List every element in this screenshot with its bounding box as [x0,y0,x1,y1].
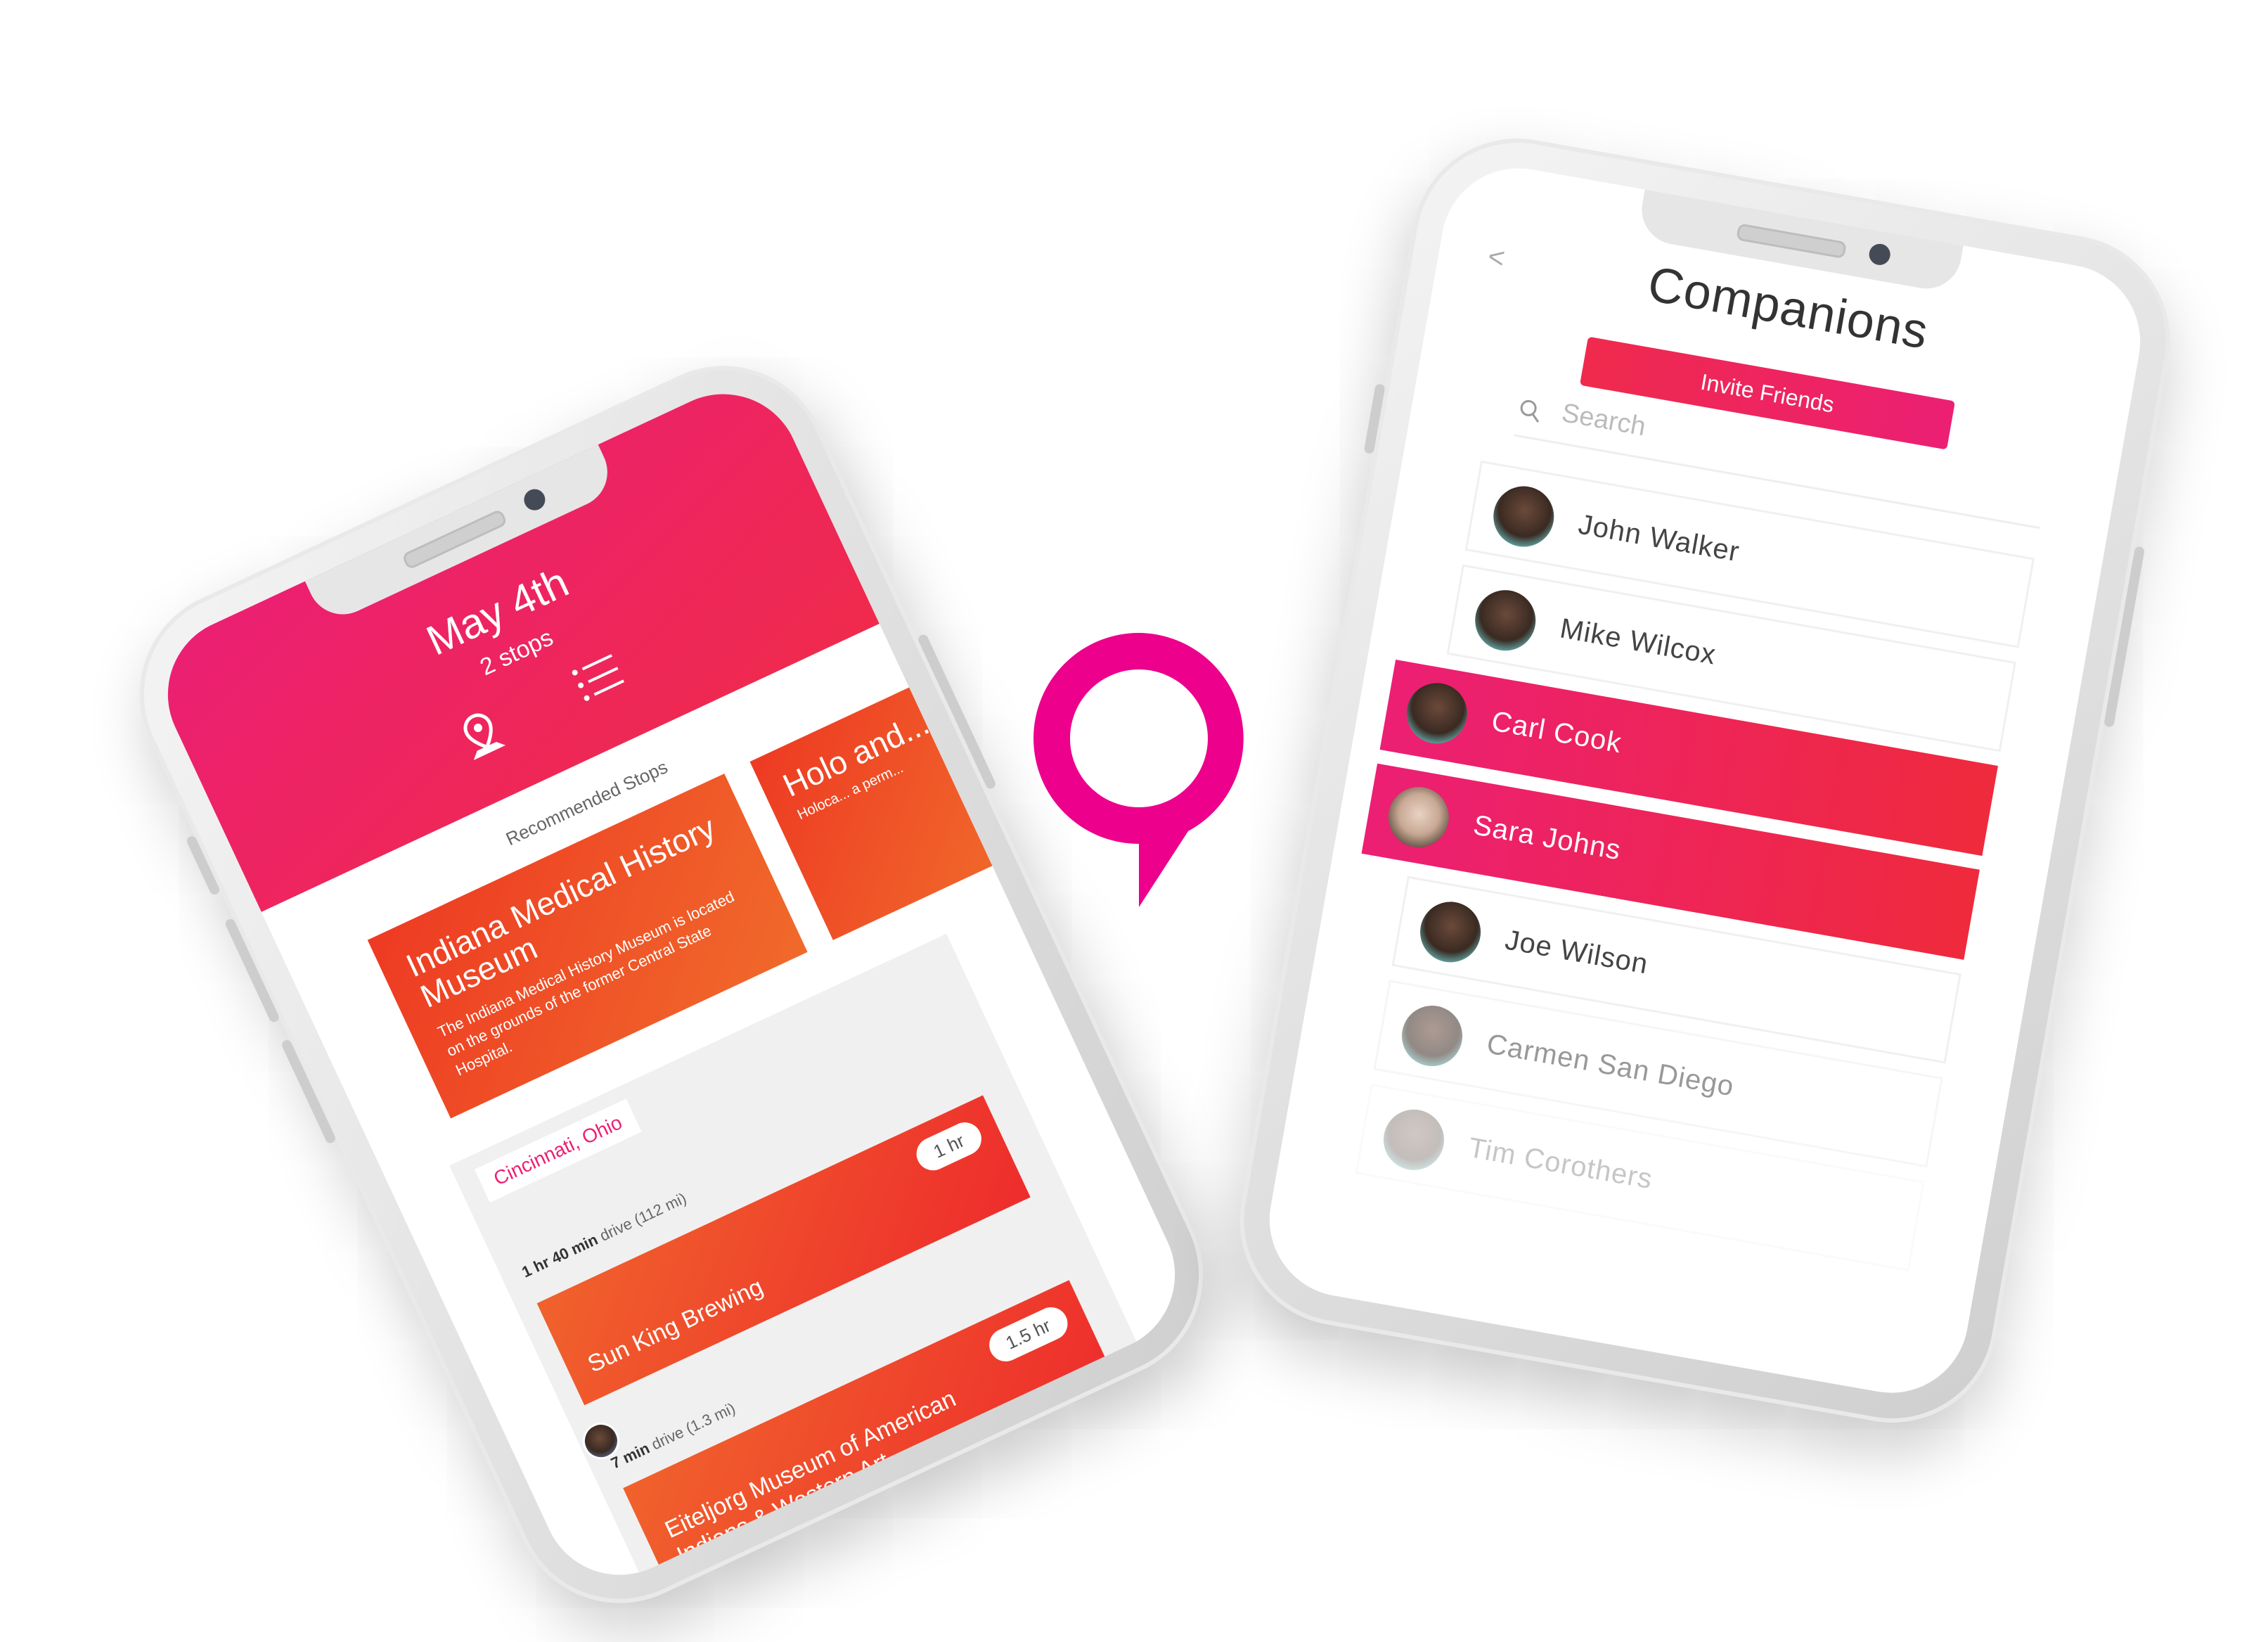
stop-name: Sun King Brewing [584,1273,768,1378]
location-pin-logo-icon [1026,626,1251,921]
left-phone-screen: May 4th 2 stops Recommended Stops Indian… [142,368,1201,1601]
city-label: Cincinnati, Ohio [474,1098,642,1203]
duration-badge: 1 hr [911,1117,987,1176]
avatar [1402,678,1472,749]
list-icon[interactable] [567,648,633,716]
companion-name: Mike Wilcox [1557,612,1719,671]
avatar [1397,1001,1467,1071]
companion-name: Carl Cook [1489,705,1624,759]
companion-name: Sara Johns [1471,809,1624,866]
right-phone-screen: < Companions Invite Friends John Walker … [1257,156,2153,1405]
mute-switch [1363,383,1386,455]
mute-switch [185,834,221,897]
drive-distance: drive (112 mi) [593,1189,690,1247]
power-button [2103,546,2146,728]
camera [1867,242,1893,267]
drive-time: 1 hr 40 min [519,1230,601,1281]
avatar [1383,782,1454,852]
companion-name: Joe Wilson [1502,924,1651,980]
avatar [1415,897,1486,968]
companion-name: John Walker [1576,508,1742,568]
left-phone: May 4th 2 stops Recommended Stops Indian… [105,331,1238,1638]
avatar [1488,481,1559,552]
trip-stop-count: 2 stops [476,624,558,681]
camera [520,485,549,514]
avatar [1470,585,1541,656]
companion-name: Tim Corothers [1466,1131,1656,1195]
duration-badge: 1.5 hr [983,1302,1074,1367]
stop-name: Eiteljorg Museum of American Indians & W… [661,1385,960,1570]
companion-name: Carmen San Diego [1484,1028,1737,1103]
map-pin-icon[interactable] [452,705,515,776]
speaker [1736,223,1848,259]
search-icon [1515,397,1544,430]
avatar [1379,1105,1449,1175]
right-phone: < Companions Invite Friends John Walker … [1223,122,2187,1439]
